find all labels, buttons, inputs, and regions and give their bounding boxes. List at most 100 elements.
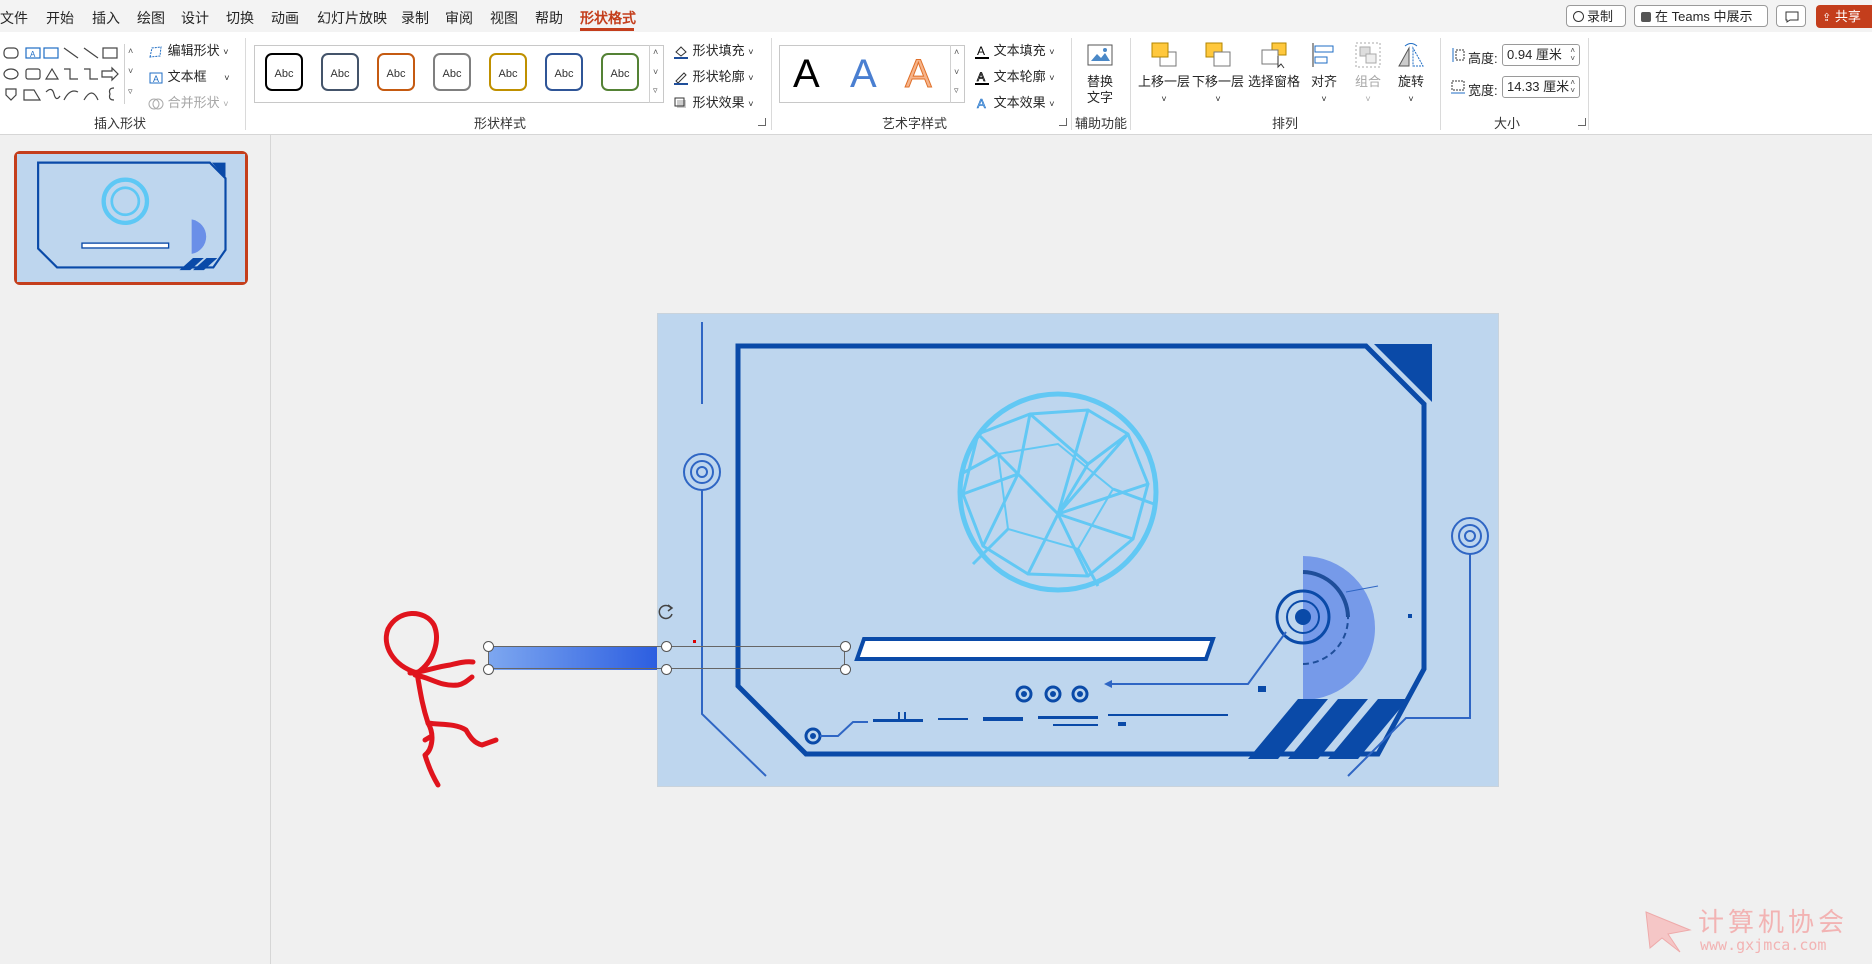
- shape-style-2[interactable]: Abc: [321, 53, 359, 91]
- ribbon-separator: [1440, 38, 1441, 130]
- size-launcher-icon[interactable]: [1578, 118, 1586, 126]
- shape-effects-button[interactable]: 形状效果 ˅: [673, 92, 754, 111]
- text-effects-button[interactable]: A 文本效果 ˅: [974, 92, 1055, 111]
- paint-bucket-icon: [674, 46, 688, 60]
- wordart-group-label: 艺术字样式: [882, 116, 948, 131]
- shape-effects-icon: [674, 97, 686, 109]
- selection-handle[interactable]: [483, 641, 494, 652]
- menu-view[interactable]: 视图: [490, 8, 518, 28]
- text-outline-icon: A: [975, 70, 989, 86]
- chevron-down-icon: ˅: [1321, 94, 1327, 104]
- wordart-style-black[interactable]: A: [793, 52, 820, 96]
- spin-arrows-icon[interactable]: ˄ ˅: [1570, 47, 1575, 63]
- ribbon-separator: [245, 38, 246, 130]
- group-objects-icon: [1355, 42, 1381, 68]
- text-fill-button[interactable]: A 文本填充 ˅: [974, 40, 1055, 60]
- shape-styles-launcher-icon[interactable]: [758, 118, 766, 126]
- shape-style-5[interactable]: Abc: [489, 53, 527, 91]
- shape-styles-group-label: 形状样式: [474, 116, 527, 131]
- insert-shapes-group-label: 插入形状: [94, 116, 147, 131]
- menu-help[interactable]: 帮助: [535, 8, 563, 28]
- shape-style-7[interactable]: Abc: [601, 53, 639, 91]
- chevron-down-icon: ˅: [223, 99, 229, 109]
- record-button[interactable]: 录制: [1566, 5, 1626, 27]
- send-backward-button[interactable]: 下移一层 ˅: [1190, 40, 1246, 107]
- bring-forward-icon: [1151, 42, 1177, 67]
- share-icon: ⇪: [1822, 12, 1832, 24]
- shape-gallery-scroll[interactable]: ˄ ˅ ▿: [124, 44, 139, 104]
- selection-handle[interactable]: [661, 664, 672, 675]
- watermark-text: 计算机协会: [1698, 908, 1849, 938]
- ribbon-separator: [1588, 38, 1589, 130]
- menu-slideshow[interactable]: 幻灯片放映: [317, 8, 387, 28]
- shape-style-1[interactable]: Abc: [265, 53, 303, 91]
- shape-style-6[interactable]: Abc: [545, 53, 583, 91]
- comments-button[interactable]: [1776, 5, 1806, 27]
- selection-handle[interactable]: [483, 664, 494, 675]
- text-outline-button[interactable]: A 文本轮廓 ˅: [974, 66, 1055, 86]
- selection-pane-button[interactable]: 选择窗格: [1246, 40, 1302, 90]
- shape-style-3[interactable]: Abc: [377, 53, 415, 91]
- menu-home[interactable]: 开始: [46, 8, 74, 28]
- menu-insert[interactable]: 插入: [92, 8, 120, 28]
- alt-text-button[interactable]: 替换 文字: [1072, 42, 1128, 106]
- menu-draw[interactable]: 绘图: [137, 8, 165, 28]
- record-icon: [1573, 11, 1584, 22]
- chevron-down-icon: ˅: [1049, 73, 1055, 83]
- height-label: 高度:: [1468, 51, 1498, 66]
- slide-canvas[interactable]: [657, 313, 1499, 787]
- text-box-button[interactable]: A 文本框 ˅: [148, 66, 230, 85]
- menu-review[interactable]: 审阅: [445, 8, 473, 28]
- adjustment-handle[interactable]: [693, 640, 696, 643]
- wordart-style-orange[interactable]: A: [905, 52, 933, 97]
- menu-record[interactable]: 录制: [401, 8, 429, 28]
- svg-text:A: A: [977, 96, 986, 111]
- chevron-down-icon: ˅: [1161, 94, 1167, 104]
- shape-outline-button[interactable]: 形状轮廓 ˅: [673, 66, 754, 86]
- merge-shapes-button[interactable]: 合并形状 ˅: [148, 92, 229, 111]
- spin-arrows-icon[interactable]: ˄ ˅: [1570, 79, 1575, 95]
- chevron-down-icon: ˅: [1049, 99, 1055, 109]
- menu-design[interactable]: 设计: [181, 8, 209, 28]
- shape-height-icon: [1452, 48, 1465, 62]
- width-input[interactable]: 14.33 厘米 ˄ ˅: [1502, 76, 1580, 98]
- chevron-down-icon: ˅: [223, 47, 229, 57]
- active-tab-indicator: [580, 28, 634, 31]
- shape-style-4[interactable]: Abc: [433, 53, 471, 91]
- rotate-handle-icon[interactable]: [656, 602, 676, 622]
- shape-style-scroll[interactable]: ˄ ˅ ▿: [649, 45, 664, 103]
- bring-forward-button[interactable]: 上移一层 ˅: [1136, 40, 1192, 107]
- ribbon-separator: [1130, 38, 1131, 130]
- wordart-style-blue[interactable]: A: [850, 52, 877, 96]
- menu-transitions[interactable]: 切换: [226, 8, 254, 28]
- chevron-down-icon: ˅: [748, 73, 754, 83]
- selection-handle[interactable]: [840, 664, 851, 675]
- stick-figure-drawing: [383, 611, 499, 788]
- svg-text:A: A: [977, 44, 985, 58]
- selection-handle[interactable]: [840, 641, 851, 652]
- shape-fill-button[interactable]: 形状填充 ˅: [673, 40, 754, 60]
- width-label: 宽度:: [1468, 83, 1498, 98]
- ribbon-separator: [771, 38, 772, 130]
- selection-handle[interactable]: [661, 641, 672, 652]
- menu-file[interactable]: 文件: [0, 8, 28, 28]
- alt-text-icon: [1087, 44, 1113, 66]
- present-in-teams-button[interactable]: 在 Teams 中展示: [1634, 5, 1768, 27]
- menu-shape-format[interactable]: 形状格式: [580, 8, 636, 28]
- share-button[interactable]: ⇪ 共享: [1816, 5, 1872, 28]
- height-input[interactable]: 0.94 厘米 ˄ ˅: [1502, 44, 1580, 66]
- shape-gallery-icons: A: [3, 47, 119, 101]
- menu-animations[interactable]: 动画: [271, 8, 299, 28]
- shape-gallery[interactable]: A: [2, 44, 138, 104]
- svg-text:A: A: [30, 50, 36, 59]
- chevron-down-icon: ˅: [1049, 47, 1055, 57]
- slide-thumbnail-1[interactable]: [14, 151, 248, 285]
- align-left-icon: [1312, 43, 1334, 67]
- rotate-button[interactable]: 旋转 ˅: [1383, 40, 1439, 107]
- wordart-launcher-icon[interactable]: [1059, 118, 1067, 126]
- text-effects-icon: A: [977, 96, 987, 111]
- wordart-scroll[interactable]: ˄ ˅ ▿: [950, 45, 965, 103]
- shape-width-icon: [1451, 80, 1465, 94]
- rotate-icon: [1398, 43, 1424, 67]
- edit-shape-button[interactable]: 编辑形状 ˅: [148, 40, 229, 59]
